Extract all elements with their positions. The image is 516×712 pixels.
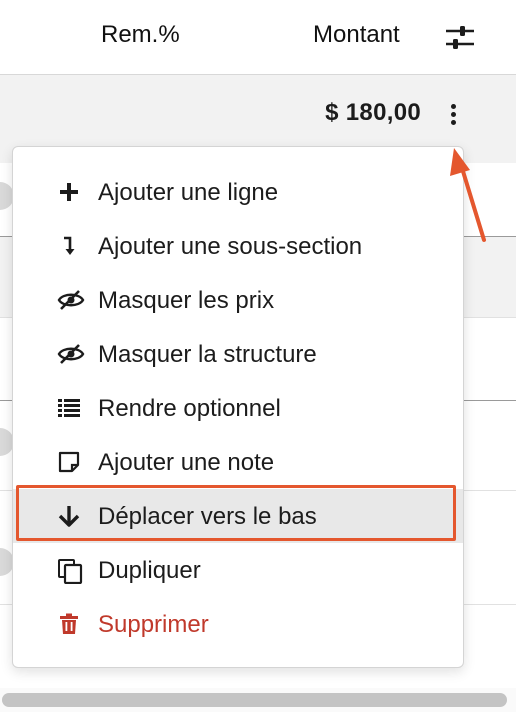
menu-item-label: Masquer les prix (98, 287, 275, 314)
annotation-highlight-box (16, 485, 456, 541)
trash-icon (57, 612, 81, 636)
menu-item-add-note[interactable]: Ajouter une note (13, 435, 463, 489)
column-header-rem[interactable]: Rem.% (101, 21, 180, 49)
plus-icon (57, 180, 81, 204)
table-header: Rem.% Montant (0, 0, 516, 75)
column-header-montant[interactable]: Montant (313, 21, 400, 49)
menu-item-label: Masquer la structure (98, 341, 317, 368)
menu-item-add-subsection[interactable]: Ajouter une sous-section (13, 219, 463, 273)
list-icon (57, 396, 81, 420)
menu-item-add-line[interactable]: Ajouter une ligne (13, 165, 463, 219)
menu-item-hide-prices[interactable]: Masquer les prix (13, 273, 463, 327)
annotation-arrow-icon (450, 148, 486, 242)
sliders-icon[interactable] (444, 22, 476, 54)
scrollbar-thumb[interactable] (2, 693, 507, 707)
menu-item-label: Supprimer (98, 611, 209, 638)
menu-item-make-optional[interactable]: Rendre optionnel (13, 381, 463, 435)
eye-slash-icon (57, 288, 85, 312)
menu-item-label: Dupliquer (98, 557, 201, 584)
menu-item-label: Ajouter une ligne (98, 179, 279, 206)
eye-slash-icon (57, 342, 85, 366)
menu-item-label: Rendre optionnel (98, 395, 281, 422)
subsection-arrow-icon (57, 234, 81, 258)
menu-item-duplicate[interactable]: Dupliquer (13, 543, 463, 597)
menu-item-label: Ajouter une sous-section (98, 233, 363, 260)
kebab-icon[interactable] (440, 99, 466, 129)
menu-item-delete[interactable]: Supprimer (13, 597, 463, 651)
copy-icon (57, 558, 83, 585)
menu-item-label: Ajouter une note (98, 449, 275, 476)
note-icon (57, 450, 81, 474)
context-menu: Ajouter une ligne Ajouter une sous-secti… (12, 146, 464, 668)
section-amount: $ 180,00 (325, 99, 421, 126)
menu-item-hide-structure[interactable]: Masquer la structure (13, 327, 463, 381)
